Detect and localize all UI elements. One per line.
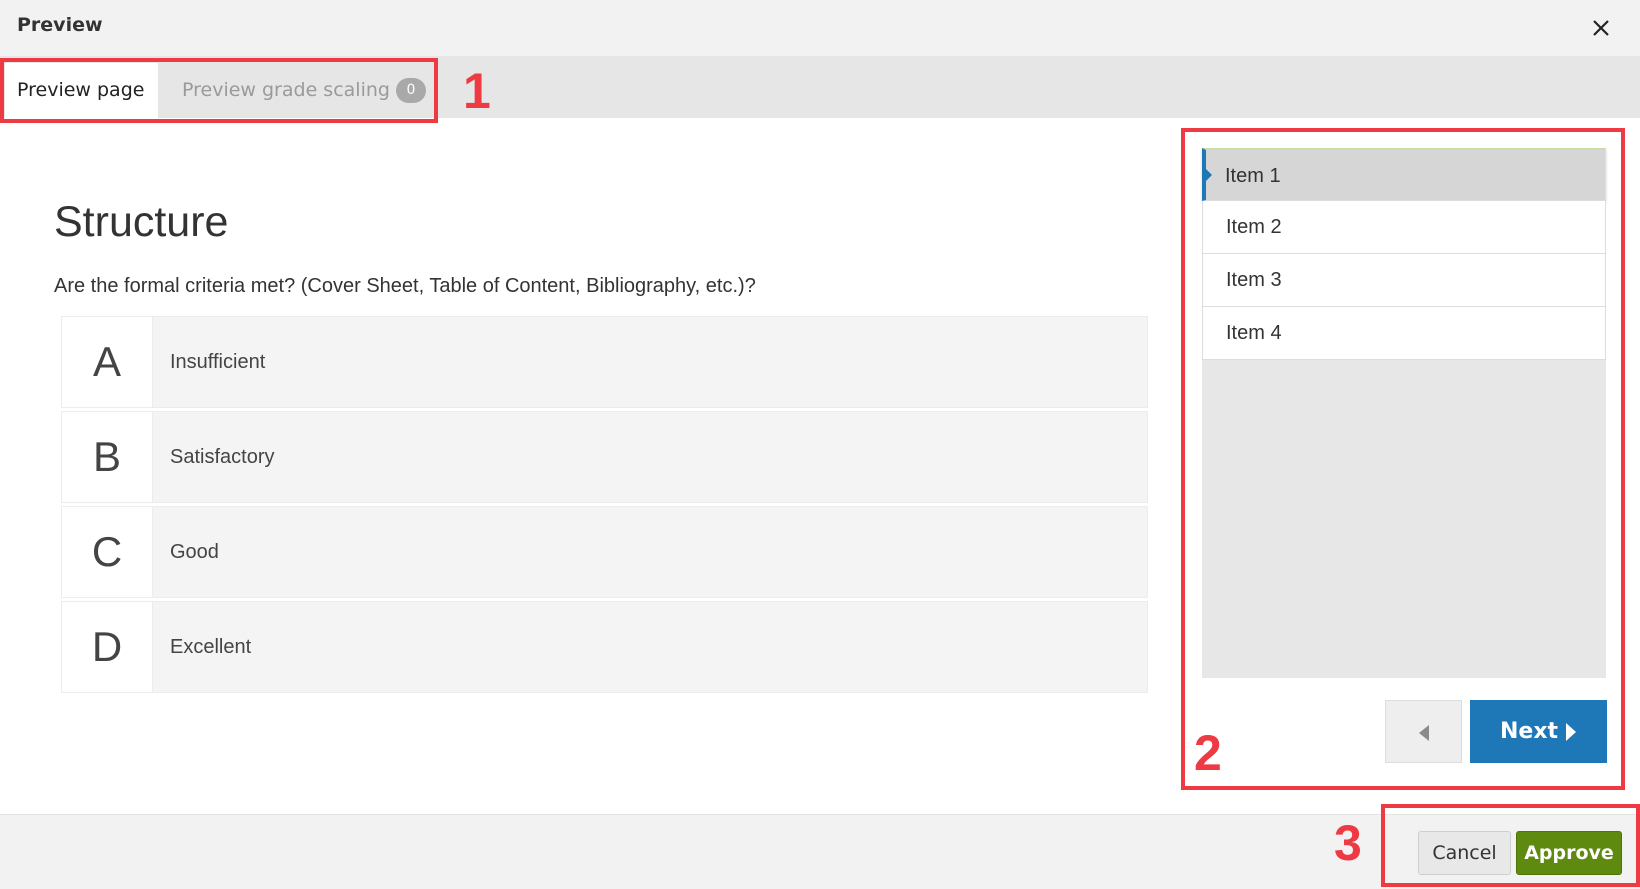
annotation-number: 1 — [463, 63, 491, 119]
option-label: Insufficient — [170, 351, 266, 373]
grade-option-b[interactable]: B Satisfactory — [61, 411, 1148, 503]
annotation-box-tabs — [0, 58, 438, 123]
annotation-box-actions — [1381, 804, 1640, 887]
option-label: Good — [170, 541, 219, 563]
option-letter: C — [62, 507, 153, 597]
grade-option-a[interactable]: A Insufficient — [61, 316, 1148, 408]
annotation-box-navigator — [1181, 128, 1625, 790]
option-letter: D — [62, 602, 153, 692]
grade-option-c[interactable]: C Good — [61, 506, 1148, 598]
annotation-number: 3 — [1334, 815, 1362, 871]
annotation-number: 2 — [1194, 725, 1222, 781]
option-letter: A — [62, 317, 153, 407]
window-title: Preview — [17, 14, 103, 36]
title-bar: Preview — [0, 0, 1640, 56]
option-letter: B — [62, 412, 153, 502]
close-icon[interactable] — [1586, 13, 1616, 43]
option-label: Satisfactory — [170, 446, 275, 468]
option-label: Excellent — [170, 636, 252, 658]
question-text: Are the formal criteria met? (Cover Shee… — [54, 275, 756, 297]
page-title: Structure — [54, 198, 229, 246]
grade-option-d[interactable]: D Excellent — [61, 601, 1148, 693]
